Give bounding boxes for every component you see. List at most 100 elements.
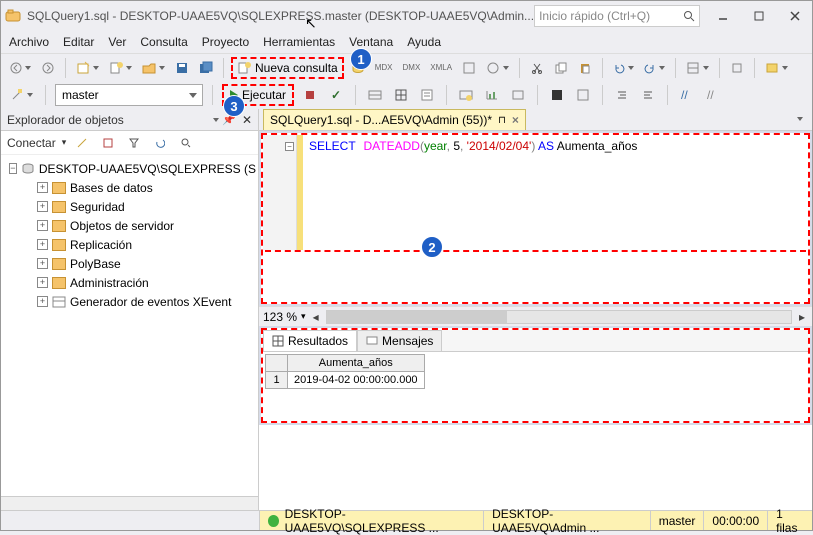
save-button[interactable]	[172, 57, 192, 79]
panel-close-icon[interactable]: ✕	[242, 113, 252, 127]
menu-ver[interactable]: Ver	[108, 35, 126, 49]
plan-actual-button[interactable]	[456, 84, 476, 106]
expand-icon[interactable]: +	[37, 296, 48, 307]
parse-button[interactable]: ✓	[326, 84, 346, 106]
horizontal-scrollbar[interactable]	[1, 496, 258, 510]
panel-options-icon[interactable]	[207, 109, 222, 131]
menu-editar[interactable]: Editar	[63, 35, 94, 49]
results-region: Resultados Mensajes Aumenta_años 1 2019-…	[261, 328, 810, 423]
properties-button[interactable]	[727, 57, 747, 79]
sql-editor-region: − SELECT DATEADD(year, 5, '2014/02/04') …	[261, 133, 810, 304]
annotation-2: 2	[421, 236, 443, 258]
fold-icon[interactable]: −	[285, 142, 294, 151]
tree-node[interactable]: +Bases de datos	[3, 178, 256, 197]
expand-icon[interactable]: +	[37, 258, 48, 269]
tree-node[interactable]: +Objetos de servidor	[3, 216, 256, 235]
minimize-button[interactable]	[710, 6, 736, 26]
search-tree-icon[interactable]	[176, 132, 196, 154]
collapse-icon[interactable]: −	[9, 163, 17, 174]
sql-editor[interactable]: SELECT DATEADD(year, 5, '2014/02/04') AS…	[303, 135, 808, 250]
paste-button[interactable]	[575, 57, 595, 79]
comment-button[interactable]: //	[677, 84, 697, 106]
scroll-left-icon[interactable]: ◂	[310, 306, 322, 328]
cut-button[interactable]	[527, 57, 547, 79]
menu-herramientas[interactable]: Herramientas	[263, 35, 335, 49]
expand-icon[interactable]: +	[37, 201, 48, 212]
cell-value[interactable]: 2019-04-02 00:00:00.000	[288, 372, 425, 389]
results-grid[interactable]: Aumenta_años 1 2019-04-02 00:00:00.000	[263, 352, 808, 391]
document-tab[interactable]: SQLQuery1.sql - D...AE5VQ\Admin (55))* ⊓…	[263, 109, 526, 130]
tree-root[interactable]: − DESKTOP-UAAE5VQ\SQLEXPRESS (S	[3, 159, 256, 178]
new-item-button[interactable]	[106, 57, 135, 79]
tree-node[interactable]: +PolyBase	[3, 254, 256, 273]
mdx-button[interactable]: MDX	[372, 57, 396, 79]
zoom-value[interactable]: 123 %	[263, 310, 297, 324]
connection-button[interactable]	[7, 84, 36, 106]
new-query-button[interactable]: Nueva consulta	[231, 57, 344, 79]
menu-archivo[interactable]: Archivo	[9, 35, 49, 49]
scroll-right-icon[interactable]: ▸	[796, 306, 808, 328]
menu-ventana[interactable]: Ventana	[349, 35, 393, 49]
menu-ayuda[interactable]: Ayuda	[407, 35, 441, 49]
quick-launch-input[interactable]: Inicio rápido (Ctrl+Q)	[534, 5, 700, 27]
sqlcmd-button[interactable]	[547, 84, 567, 106]
results-text-button[interactable]	[417, 84, 437, 106]
tool-a-icon[interactable]	[573, 84, 593, 106]
tree-node[interactable]: +Generador de eventos XEvent	[3, 292, 256, 311]
close-button[interactable]	[782, 6, 808, 26]
undo-button[interactable]	[610, 57, 637, 79]
save-all-button[interactable]	[196, 57, 216, 79]
connect-button[interactable]: Conectar	[7, 136, 56, 150]
pin-tab-icon[interactable]: ⊓	[498, 115, 506, 126]
tree-node[interactable]: +Replicación	[3, 235, 256, 254]
copy-button[interactable]	[551, 57, 571, 79]
expand-icon[interactable]: +	[37, 239, 48, 250]
expand-icon[interactable]: +	[37, 277, 48, 288]
quick-launch-placeholder: Inicio rápido (Ctrl+Q)	[539, 9, 683, 23]
row-number[interactable]: 1	[266, 372, 288, 389]
new-project-button[interactable]	[73, 57, 102, 79]
open-button[interactable]	[139, 57, 168, 79]
object-tree[interactable]: − DESKTOP-UAAE5VQ\SQLEXPRESS (S +Bases d…	[1, 155, 258, 496]
folder-icon	[52, 258, 66, 270]
tree-node[interactable]: +Administración	[3, 273, 256, 292]
nav-back-button[interactable]	[7, 57, 34, 79]
filter-icon[interactable]	[124, 132, 144, 154]
close-tab-icon[interactable]: ×	[512, 113, 519, 127]
activity-button[interactable]	[483, 57, 512, 79]
line-gutter: −	[263, 135, 297, 250]
chevron-down-icon[interactable]: ▾	[301, 311, 306, 322]
horizontal-scrollbar[interactable]	[326, 310, 792, 324]
menu-consulta[interactable]: Consulta	[140, 35, 187, 49]
maximize-button[interactable]	[746, 6, 772, 26]
nav-forward-button[interactable]	[38, 57, 58, 79]
indent-button[interactable]	[612, 84, 632, 106]
results-grid-button[interactable]	[391, 84, 411, 106]
stop-button[interactable]	[300, 84, 320, 106]
tab-messages[interactable]: Mensajes	[357, 330, 442, 351]
profiler-button[interactable]	[459, 57, 479, 79]
dmx-button[interactable]: DMX	[400, 57, 424, 79]
column-header[interactable]: Aumenta_años	[288, 355, 425, 372]
solution-button[interactable]	[683, 57, 712, 79]
redo-button[interactable]	[641, 57, 668, 79]
options-button[interactable]	[762, 57, 791, 79]
live-stats-button[interactable]	[482, 84, 502, 106]
plan-estimated-button[interactable]	[365, 84, 385, 106]
expand-icon[interactable]: +	[37, 182, 48, 193]
xmla-button[interactable]: XMLA	[427, 57, 455, 79]
tab-results[interactable]: Resultados	[263, 330, 357, 351]
stop-conn-icon[interactable]	[98, 132, 118, 154]
disconnect-icon[interactable]	[72, 132, 92, 154]
menu-proyecto[interactable]: Proyecto	[202, 35, 249, 49]
tab-list-icon[interactable]	[788, 108, 808, 130]
uncomment-button[interactable]: //	[703, 84, 723, 106]
outdent-button[interactable]	[638, 84, 658, 106]
client-stats-button[interactable]	[508, 84, 528, 106]
tree-node[interactable]: +Seguridad	[3, 197, 256, 216]
window-titlebar: SQLQuery1.sql - DESKTOP-UAAE5VQ\SQLEXPRE…	[1, 1, 812, 31]
expand-icon[interactable]: +	[37, 220, 48, 231]
refresh-icon[interactable]	[150, 132, 170, 154]
database-selector[interactable]: master	[55, 84, 203, 106]
results-tabs: Resultados Mensajes	[263, 330, 808, 352]
